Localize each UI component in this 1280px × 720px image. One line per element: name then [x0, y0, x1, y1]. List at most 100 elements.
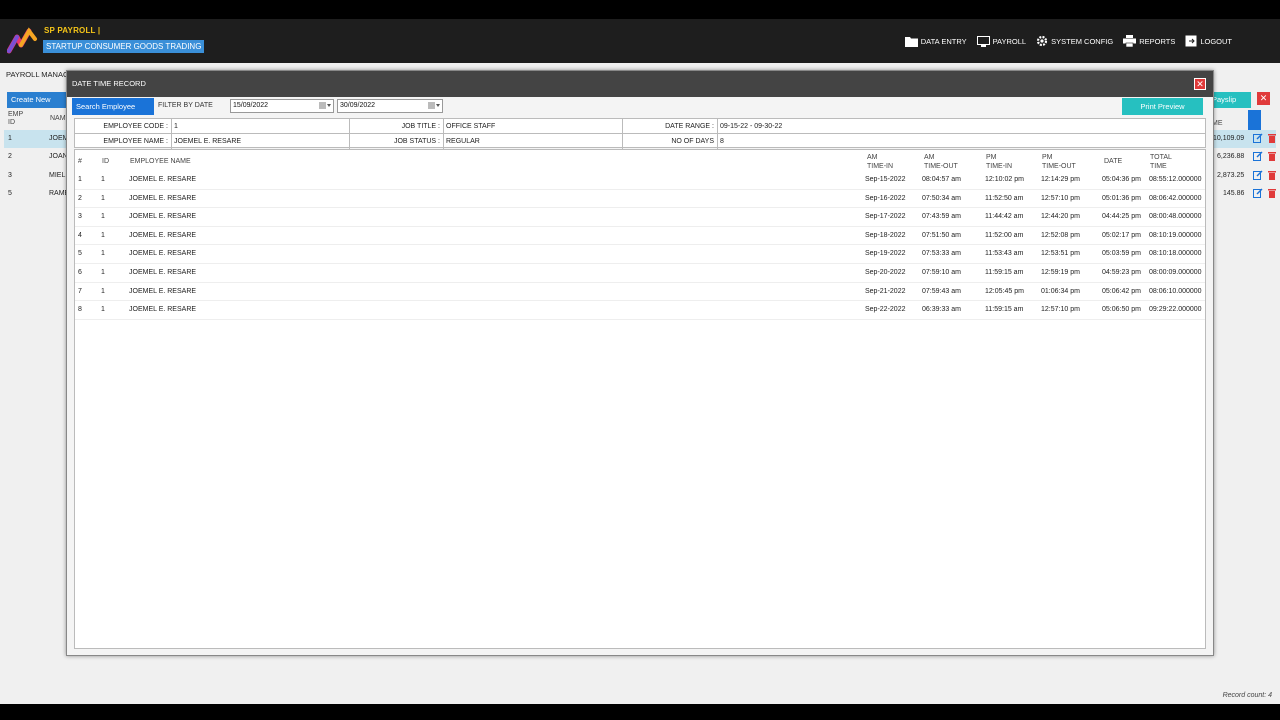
column-header-name: NAM: [50, 115, 66, 122]
edit-icon[interactable]: [1253, 151, 1263, 161]
cell-am-in: Sep-15-2022: [865, 176, 906, 183]
cell-id: 1: [101, 269, 105, 276]
row-emp-id: 2: [8, 153, 12, 160]
cell-am-in: Sep-22-2022: [865, 306, 906, 314]
cell-am-out: 07:59:43 am: [922, 287, 961, 295]
cell-date: 05:02:17 pm: [1102, 231, 1141, 239]
cell-pm-in: 12:10:02 pm: [985, 176, 1024, 183]
date-from-picker[interactable]: 15/09/2022: [230, 99, 334, 113]
close-icon[interactable]: ✕: [1194, 78, 1206, 90]
delete-icon[interactable]: [1268, 188, 1276, 198]
table-row[interactable]: 1 1 JOEMEL E. RESARE Sep-15-2022 08:04:57 am…: [75, 171, 1205, 190]
cell-am-out: 08:04:57 am: [922, 176, 961, 183]
cell-pm-in: 12:05:45 pm: [985, 287, 1024, 295]
row-name: MIEL: [49, 172, 66, 179]
cell-pm-out: 12:44:20 pm: [1041, 213, 1080, 221]
print-preview-button[interactable]: Print Preview: [1122, 98, 1203, 115]
calendar-dropdown-icon[interactable]: [319, 102, 331, 110]
table-row[interactable]: 7 1 JOEMEL E. RESARE Sep-21-2022 07:59:43 am…: [75, 283, 1205, 302]
date-to-picker[interactable]: 30/09/2022: [337, 99, 443, 113]
nav-reports[interactable]: REPORTS: [1123, 35, 1175, 47]
dialog-header: DATE TIME RECORD ✕: [67, 71, 1213, 97]
edit-icon[interactable]: [1253, 188, 1263, 198]
cell-name: JOEMEL E. RESARE: [129, 231, 197, 239]
cell-name: JOEMEL E. RESARE: [129, 287, 197, 295]
background-close-button[interactable]: ✕: [1257, 92, 1270, 105]
column-header-emp-id: EMP ID: [8, 111, 24, 126]
cell-total: 09:29:22.000000: [1149, 306, 1202, 314]
cell-pm-out: 12:57:10 pm: [1041, 306, 1080, 314]
column-header-employee-name: EMPLOYEE NAME: [130, 158, 191, 165]
logout-icon: [1185, 35, 1197, 47]
cell-pm-in: 11:59:15 am: [985, 269, 1024, 276]
table-row[interactable]: 3 1 JOEMEL E. RESARE Sep-17-2022 07:43:59 am…: [75, 208, 1205, 227]
cell-num: 7: [78, 287, 82, 295]
header-line: TIME-IN: [867, 163, 894, 170]
delete-icon[interactable]: [1268, 133, 1276, 143]
header-line: PM: [1042, 154, 1053, 161]
employee-name-label: EMPLOYEE NAME :: [103, 138, 168, 145]
column-header-pm-time-out: PM TIME-OUT: [1042, 153, 1076, 171]
cell-am-out: 06:39:33 am: [922, 306, 961, 314]
job-title-value: OFFICE STAFF: [446, 123, 496, 130]
edit-icon[interactable]: [1253, 133, 1263, 143]
dialog-title: DATE TIME RECORD: [72, 79, 146, 88]
delete-icon[interactable]: [1268, 170, 1276, 180]
cell-date: 05:04:36 pm: [1102, 176, 1141, 183]
cell-name: JOEMEL E. RESARE: [129, 250, 197, 258]
cell-num: 6: [78, 269, 82, 276]
record-count: Record count: 4: [1222, 692, 1272, 699]
table-row[interactable]: 5 1 JOEMEL E. RESARE Sep-19-2022 07:53:33 am…: [75, 245, 1205, 264]
employee-code-value: 1: [174, 123, 178, 130]
status-bar: [0, 684, 1280, 704]
employee-code-label: EMPLOYEE CODE :: [103, 123, 168, 130]
cell-pm-in: 11:52:00 am: [985, 231, 1024, 239]
column-header-highlight: [1248, 110, 1261, 130]
table-row[interactable]: 4 1 JOEMEL E. RESARE Sep-18-2022 07:51:50 am…: [75, 227, 1205, 246]
company-name: STARTUP CONSUMER GOODS TRADING: [43, 40, 205, 53]
search-employee-button[interactable]: Search Employee: [72, 98, 154, 115]
job-status-label: JOB STATUS :: [393, 138, 440, 145]
cell-total: 08:06:42.000000: [1149, 194, 1202, 202]
cell-pm-out: 01:06:34 pm: [1041, 287, 1080, 295]
date-time-record-dialog: DATE TIME RECORD ✕ Search Employee FILTE…: [66, 70, 1214, 656]
edit-icon[interactable]: [1253, 170, 1263, 180]
job-status-value: REGULAR: [446, 138, 480, 145]
column-header-number: #: [78, 158, 82, 165]
cell-am-in: Sep-19-2022: [865, 250, 906, 258]
top-navigation: DATA ENTRY PAYROLL SYSTEM CONFIG REPORTS…: [904, 35, 1232, 47]
nav-logout[interactable]: LOGOUT: [1185, 35, 1232, 47]
header-line: AM: [867, 154, 878, 161]
table-row[interactable]: 8 1 JOEMEL E. RESARE Sep-22-2022 06:39:33 am…: [75, 301, 1205, 320]
nav-payroll-label: PAYROLL: [992, 36, 1027, 46]
app-header: SP PAYROLL | STARTUP CONSUMER GOODS TRAD…: [0, 19, 1280, 63]
table-row[interactable]: 6 1 JOEMEL E. RESARE Sep-20-2022 07:59:10 am…: [75, 264, 1205, 283]
date-from-value: 15/09/2022: [233, 102, 269, 109]
cell-total: 08:55:12.000000: [1149, 176, 1202, 183]
job-title-label: JOB TITLE :: [401, 123, 440, 130]
cell-id: 1: [101, 194, 105, 202]
date-to-value: 30/09/2022: [340, 102, 376, 109]
nav-system-config-label: SYSTEM CONFIG: [1051, 36, 1114, 46]
gear-icon: [1037, 35, 1048, 47]
column-header-am-time-out: AM TIME-OUT: [924, 153, 958, 171]
calendar-dropdown-icon[interactable]: [428, 102, 440, 110]
nav-payroll[interactable]: PAYROLL: [976, 35, 1027, 47]
cell-am-in: Sep-20-2022: [865, 269, 906, 276]
header-line: TIME: [1150, 163, 1167, 170]
cell-id: 1: [101, 287, 105, 295]
nav-system-config[interactable]: SYSTEM CONFIG: [1036, 35, 1113, 47]
cell-pm-out: 12:57:10 pm: [1041, 194, 1080, 202]
cell-total: 08:10:19.000000: [1149, 231, 1202, 239]
row-amount: 2,873.25: [1217, 172, 1245, 179]
create-new-button[interactable]: Create New: [7, 92, 71, 108]
time-record-table: # ID EMPLOYEE NAME AM TIME-IN AM TIME-OUT …: [74, 149, 1206, 649]
delete-icon[interactable]: [1268, 151, 1276, 161]
cell-total: 08:10:18.000000: [1149, 250, 1202, 258]
nav-data-entry-label: DATA ENTRY: [920, 36, 967, 46]
cell-pm-in: 11:53:43 am: [985, 250, 1024, 258]
table-row[interactable]: 2 1 JOEMEL E. RESARE Sep-16-2022 07:50:34 am…: [75, 190, 1205, 209]
column-header-total-time: TOTAL TIME: [1150, 153, 1172, 171]
row-amount: 6,236.88: [1217, 153, 1245, 160]
nav-data-entry[interactable]: DATA ENTRY: [904, 35, 967, 47]
